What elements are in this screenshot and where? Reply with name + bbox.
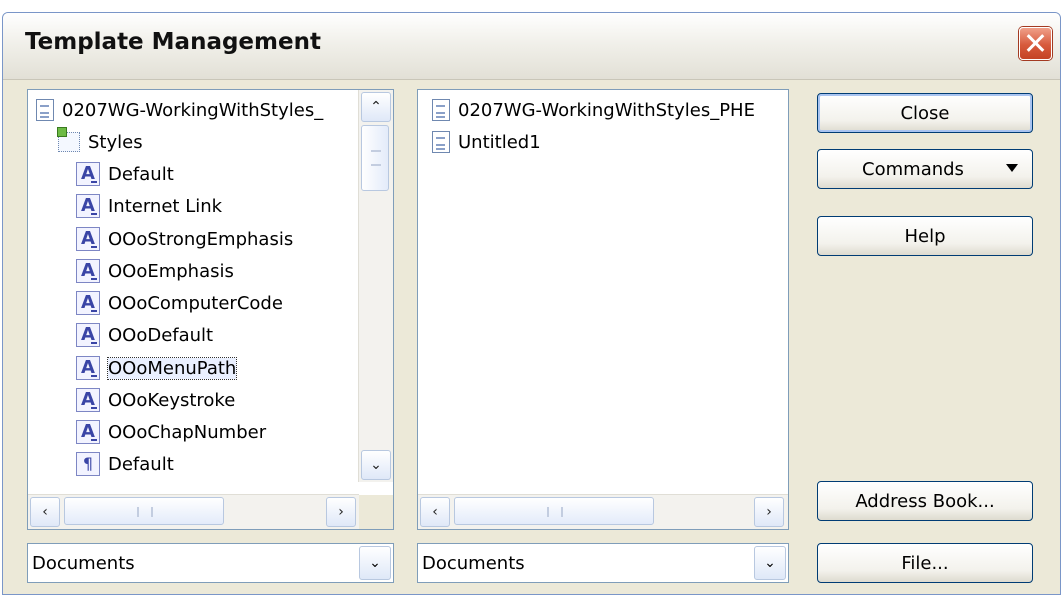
list-item[interactable]: A OOoEmphasis: [76, 255, 234, 287]
left-vertical-scrollbar[interactable]: ⌃ ⌄: [358, 90, 393, 482]
scroll-grip-icon: [137, 507, 153, 517]
list-item-label: OOoComputerCode: [108, 292, 283, 314]
character-style-icon: A: [76, 227, 100, 251]
scroll-up-button[interactable]: ⌃: [361, 92, 391, 122]
list-item[interactable]: A Default: [76, 158, 174, 190]
character-style-icon: A: [76, 162, 100, 186]
scrollbar-corner: [359, 495, 393, 529]
list-item[interactable]: 0207WG-WorkingWithStyles_: [36, 94, 323, 126]
right-location-value: Documents: [422, 553, 525, 574]
template-management-dialog: Template Management 0207WG-WorkingWithSt…: [2, 12, 1061, 595]
list-item[interactable]: A Internet Link: [76, 190, 222, 222]
help-button-label: Help: [904, 225, 946, 247]
list-item[interactable]: ¶ Default: [76, 448, 174, 480]
list-item-label: OOoEmphasis: [108, 260, 234, 282]
list-item[interactable]: Untitled1: [432, 126, 541, 158]
list-item[interactable]: A OOoDefault: [76, 319, 213, 351]
horizontal-scroll-thumb[interactable]: [64, 497, 224, 525]
chevron-right-icon: ›: [338, 504, 344, 520]
chevron-down-icon: ⌄: [764, 555, 776, 571]
scroll-grip-icon: [371, 150, 381, 166]
chevron-down-icon: ⌄: [370, 457, 382, 473]
left-location-select[interactable]: Documents ⌄: [27, 543, 394, 583]
dropdown-arrow-icon: [1006, 164, 1018, 172]
document-icon: [432, 131, 450, 153]
list-item-label: Untitled1: [458, 131, 541, 153]
file-button[interactable]: File...: [817, 543, 1033, 583]
paragraph-style-icon: ¶: [76, 452, 100, 476]
right-horizontal-scrollbar[interactable]: ‹ ›: [418, 494, 788, 529]
chevron-up-icon: ⌃: [370, 99, 382, 115]
title-bar[interactable]: Template Management: [3, 13, 1060, 80]
horizontal-scroll-thumb[interactable]: [454, 497, 654, 525]
list-item-label: Internet Link: [108, 195, 223, 217]
commands-button-label: Commands: [862, 158, 964, 180]
help-button[interactable]: Help: [817, 216, 1033, 256]
scroll-left-button[interactable]: ‹: [420, 497, 450, 527]
list-item-label: OOoStrongEmphasis: [108, 228, 294, 250]
chevron-left-icon: ‹: [432, 504, 438, 520]
left-horizontal-scrollbar[interactable]: ‹ ›: [28, 494, 359, 529]
address-book-button-label: Address Book...: [855, 490, 995, 512]
file-button-label: File...: [901, 552, 949, 574]
close-button-label: Close: [900, 102, 950, 124]
scroll-grip-icon: [547, 507, 563, 517]
list-item[interactable]: A OOoChapNumber: [76, 416, 266, 448]
dialog-title: Template Management: [25, 29, 321, 55]
close-window-icon[interactable]: [1019, 27, 1052, 60]
list-item[interactable]: A OOoStrongEmphasis: [76, 223, 293, 255]
character-style-icon: A: [76, 259, 100, 283]
commands-button[interactable]: Commands: [817, 149, 1033, 189]
scroll-right-button[interactable]: ›: [326, 497, 356, 527]
character-style-icon: A: [76, 356, 100, 380]
list-item-label: OOoKeystroke: [108, 389, 236, 411]
dropdown-button[interactable]: ⌄: [754, 546, 786, 580]
left-location-value: Documents: [32, 553, 135, 574]
chevron-left-icon: ‹: [42, 504, 48, 520]
list-item[interactable]: A OOoKeystroke: [76, 384, 235, 416]
list-item-selected[interactable]: A OOoMenuPath: [76, 352, 238, 384]
list-item[interactable]: A OOoComputerCode: [76, 287, 283, 319]
close-button[interactable]: Close: [817, 93, 1033, 133]
list-item-label: OOoMenuPath: [106, 356, 238, 380]
list-item[interactable]: 0207WG-WorkingWithStyles_PHE: [432, 94, 755, 126]
character-style-icon: A: [76, 194, 100, 218]
chevron-right-icon: ›: [766, 504, 772, 520]
dropdown-button[interactable]: ⌄: [359, 546, 391, 580]
list-item[interactable]: Styles: [57, 126, 143, 158]
list-item-label: 0207WG-WorkingWithStyles_PHE: [458, 99, 755, 121]
list-item-label: OOoDefault: [108, 324, 214, 346]
chevron-down-icon: ⌄: [369, 555, 381, 571]
left-templates-list[interactable]: 0207WG-WorkingWithStyles_ Styles A Defau…: [27, 89, 394, 530]
character-style-icon: A: [76, 420, 100, 444]
right-location-select[interactable]: Documents ⌄: [417, 543, 789, 583]
list-item-label: Default: [108, 453, 174, 475]
vertical-scroll-thumb[interactable]: [361, 125, 389, 191]
list-item-label: Default: [108, 163, 174, 185]
scroll-down-button[interactable]: ⌄: [361, 450, 391, 480]
list-item-label: Styles: [88, 131, 143, 153]
document-icon: [36, 99, 54, 121]
character-style-icon: A: [76, 323, 100, 347]
list-item-label: 0207WG-WorkingWithStyles_: [62, 99, 324, 121]
document-icon: [432, 99, 450, 121]
scroll-left-button[interactable]: ‹: [30, 497, 60, 527]
character-style-icon: A: [76, 388, 100, 412]
character-style-icon: A: [76, 291, 100, 315]
list-item-label: OOoChapNumber: [108, 421, 267, 443]
address-book-button[interactable]: Address Book...: [817, 481, 1033, 521]
styles-folder-icon: [57, 127, 80, 152]
scroll-right-button[interactable]: ›: [754, 497, 784, 527]
right-templates-list[interactable]: 0207WG-WorkingWithStyles_PHE Untitled1 ‹…: [417, 89, 789, 530]
